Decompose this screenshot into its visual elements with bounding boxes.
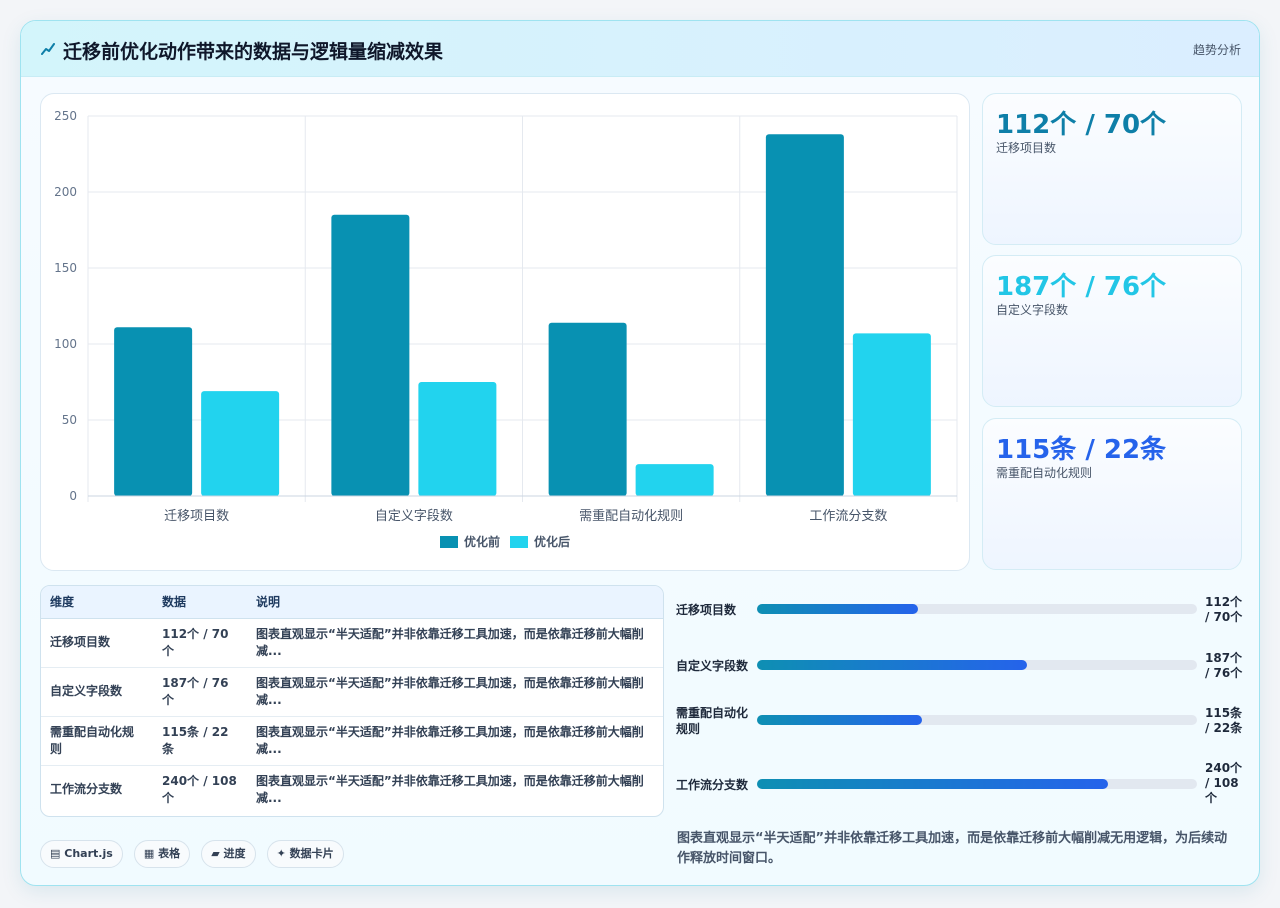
chart-icon: ▤: [50, 847, 61, 860]
legend-label: 优化后: [534, 534, 570, 549]
progress-label: 需重配自动化规则: [676, 706, 749, 736]
progress-fill: [757, 715, 922, 725]
progress-row-rules: 需重配自动化规则 115条 / 22条: [676, 706, 1246, 757]
chip-chartjs[interactable]: ▤ Chart.js: [40, 840, 123, 868]
table-row: 工作流分支数 240个 / 108个 图表直观显示“半天适配”并非依靠迁移工具加…: [41, 765, 663, 814]
page-title: 迁移前优化动作带来的数据与逻辑量缩减效果: [63, 41, 444, 63]
progress-row-branches: 工作流分支数 240个 / 108个: [676, 761, 1246, 813]
progress-track: [757, 779, 1197, 789]
bar: [331, 214, 410, 497]
chip-label: Chart.js: [64, 847, 113, 860]
y-tick-label: 50: [62, 413, 77, 427]
legend-swatch: [510, 536, 528, 548]
summary-text: 图表直观显示“半天适配”并非依靠迁移工具加速，而是依靠迁移前大幅削减无用逻辑，为…: [677, 831, 1228, 866]
bar: [418, 382, 497, 496]
trend-icon: [41, 43, 55, 55]
progress-track: [757, 604, 1197, 614]
stat-label: 迁移项目数: [996, 141, 1057, 155]
cell-data: 240个 / 108个: [162, 773, 237, 805]
bar: [114, 327, 193, 496]
cell-dimension: 需重配自动化规则: [50, 724, 135, 756]
chip-label: 表格: [158, 847, 181, 860]
progress-fill: [757, 779, 1108, 789]
cell-dimension: 自定义字段数: [50, 684, 123, 698]
stat-label: 自定义字段数: [996, 303, 1069, 317]
table-row: 自定义字段数 187个 / 76个 图表直观显示“半天适配”并非依靠迁移工具加速…: [41, 667, 663, 716]
header-tag: 趋势分析: [1192, 43, 1241, 57]
stat-card-rules: 115条 / 22条 需重配自动化规则: [982, 418, 1242, 570]
stat-value: 187个 / 76个: [996, 272, 1167, 302]
x-tick-label: 自定义字段数: [375, 509, 453, 524]
table-header-row: 维度 数据 说明: [41, 586, 663, 619]
cell-data: 112个 / 70个: [162, 626, 229, 658]
y-tick-label: 100: [54, 337, 77, 351]
progress-track: [757, 715, 1197, 725]
bar-chart: 0 50 100 150 200 250 迁移项目数 自定义字段数 需重配自动化规则 工作流分支数…: [54, 109, 958, 549]
legend-swatch: [440, 536, 458, 548]
bar: [635, 464, 714, 496]
dashboard-card: 迁移前优化动作带来的数据与逻辑量缩减效果 趋势分析 0 50 100 150 200 25…: [20, 20, 1260, 886]
column-header: 说明: [247, 586, 663, 619]
column-header: 维度: [41, 586, 153, 619]
cell-note: 图表直观显示“半天适配”并非依靠迁移工具加速，而是依靠迁移前大幅削减...: [256, 626, 644, 658]
y-tick-label: 250: [54, 109, 77, 123]
cell-data: 187个 / 76个: [162, 675, 229, 707]
x-tick-label: 迁移项目数: [164, 509, 229, 524]
cell-note: 图表直观显示“半天适配”并非依靠迁移工具加速，而是依靠迁移前大幅削减...: [256, 675, 644, 707]
data-table: 维度 数据 说明 迁移项目数 112个 / 70个 图表直观显示“半天适配”并非…: [41, 586, 663, 814]
progress-track: [757, 660, 1197, 670]
bar: [852, 333, 931, 496]
sparkle-icon: ✦: [276, 847, 286, 860]
stat-card-projects: 112个 / 70个 迁移项目数: [982, 93, 1242, 245]
chip-bar: ▤ Chart.js ▦ 表格 ▰ 进度 ✦ 数据卡片: [40, 840, 350, 868]
cell-note: 图表直观显示“半天适配”并非依靠迁移工具加速，而是依靠迁移前大幅削减...: [256, 773, 644, 805]
chip-label: 进度: [223, 847, 246, 860]
column-header: 数据: [153, 586, 247, 619]
chip-label: 数据卡片: [289, 847, 334, 860]
progress-row-projects: 迁移项目数 112个 / 70个: [676, 595, 1246, 647]
chip-progress[interactable]: ▰ 进度: [201, 840, 256, 868]
progress-fill: [757, 660, 1028, 670]
table-row: 迁移项目数 112个 / 70个 图表直观显示“半天适配”并非依靠迁移工具加速，…: [41, 618, 663, 667]
stat-label: 需重配自动化规则: [996, 466, 1093, 480]
x-tick-label: 需重配自动化规则: [579, 508, 683, 524]
chip-data-cards[interactable]: ✦ 数据卡片: [266, 840, 344, 868]
y-tick-label: 200: [54, 185, 77, 199]
progress-label: 工作流分支数: [676, 778, 749, 792]
legend-label: 优化前: [464, 534, 500, 549]
bar: [765, 134, 844, 497]
progress-value: 187个 / 76个: [1205, 651, 1243, 680]
cell-dimension: 工作流分支数: [50, 782, 123, 797]
bar: [201, 391, 280, 496]
y-tick-label: 0: [69, 489, 77, 503]
progress-value: 115条 / 22条: [1205, 706, 1243, 735]
progress-value: 112个 / 70个: [1205, 595, 1243, 624]
card-header: 迁移前优化动作带来的数据与逻辑量缩减效果 趋势分析: [21, 21, 1259, 77]
cell-data: 115条 / 22条: [162, 724, 229, 756]
progress-label: 迁移项目数: [676, 603, 737, 617]
chip-table[interactable]: ▦ 表格: [133, 840, 191, 868]
stat-value: 112个 / 70个: [996, 110, 1167, 140]
progress-row-fields: 自定义字段数 187个 / 76个: [676, 651, 1246, 703]
stat-value: 115条 / 22条: [996, 435, 1167, 465]
bar: [548, 322, 627, 496]
bar-chart-panel: 0 50 100 150 200 250 迁移项目数 自定义字段数 需重配自动化规则 工作流分支数…: [40, 93, 970, 571]
progress-icon: ▰: [211, 847, 220, 860]
progress-label: 自定义字段数: [676, 659, 749, 673]
table-icon: ▦: [143, 847, 155, 860]
cell-note: 图表直观显示“半天适配”并非依靠迁移工具加速，而是依靠迁移前大幅削减...: [256, 724, 644, 756]
progress-fill: [757, 604, 918, 614]
cell-dimension: 迁移项目数: [50, 635, 111, 649]
stat-card-fields: 187个 / 76个 自定义字段数: [982, 255, 1242, 407]
y-tick-label: 150: [54, 261, 77, 275]
progress-value: 240个 / 108个: [1205, 761, 1243, 805]
data-table-panel: 维度 数据 说明 迁移项目数 112个 / 70个 图表直观显示“半天适配”并非…: [40, 585, 664, 817]
table-row: 需重配自动化规则 115条 / 22条 图表直观显示“半天适配”并非依靠迁移工具…: [41, 716, 663, 765]
x-tick-label: 工作流分支数: [809, 509, 887, 524]
